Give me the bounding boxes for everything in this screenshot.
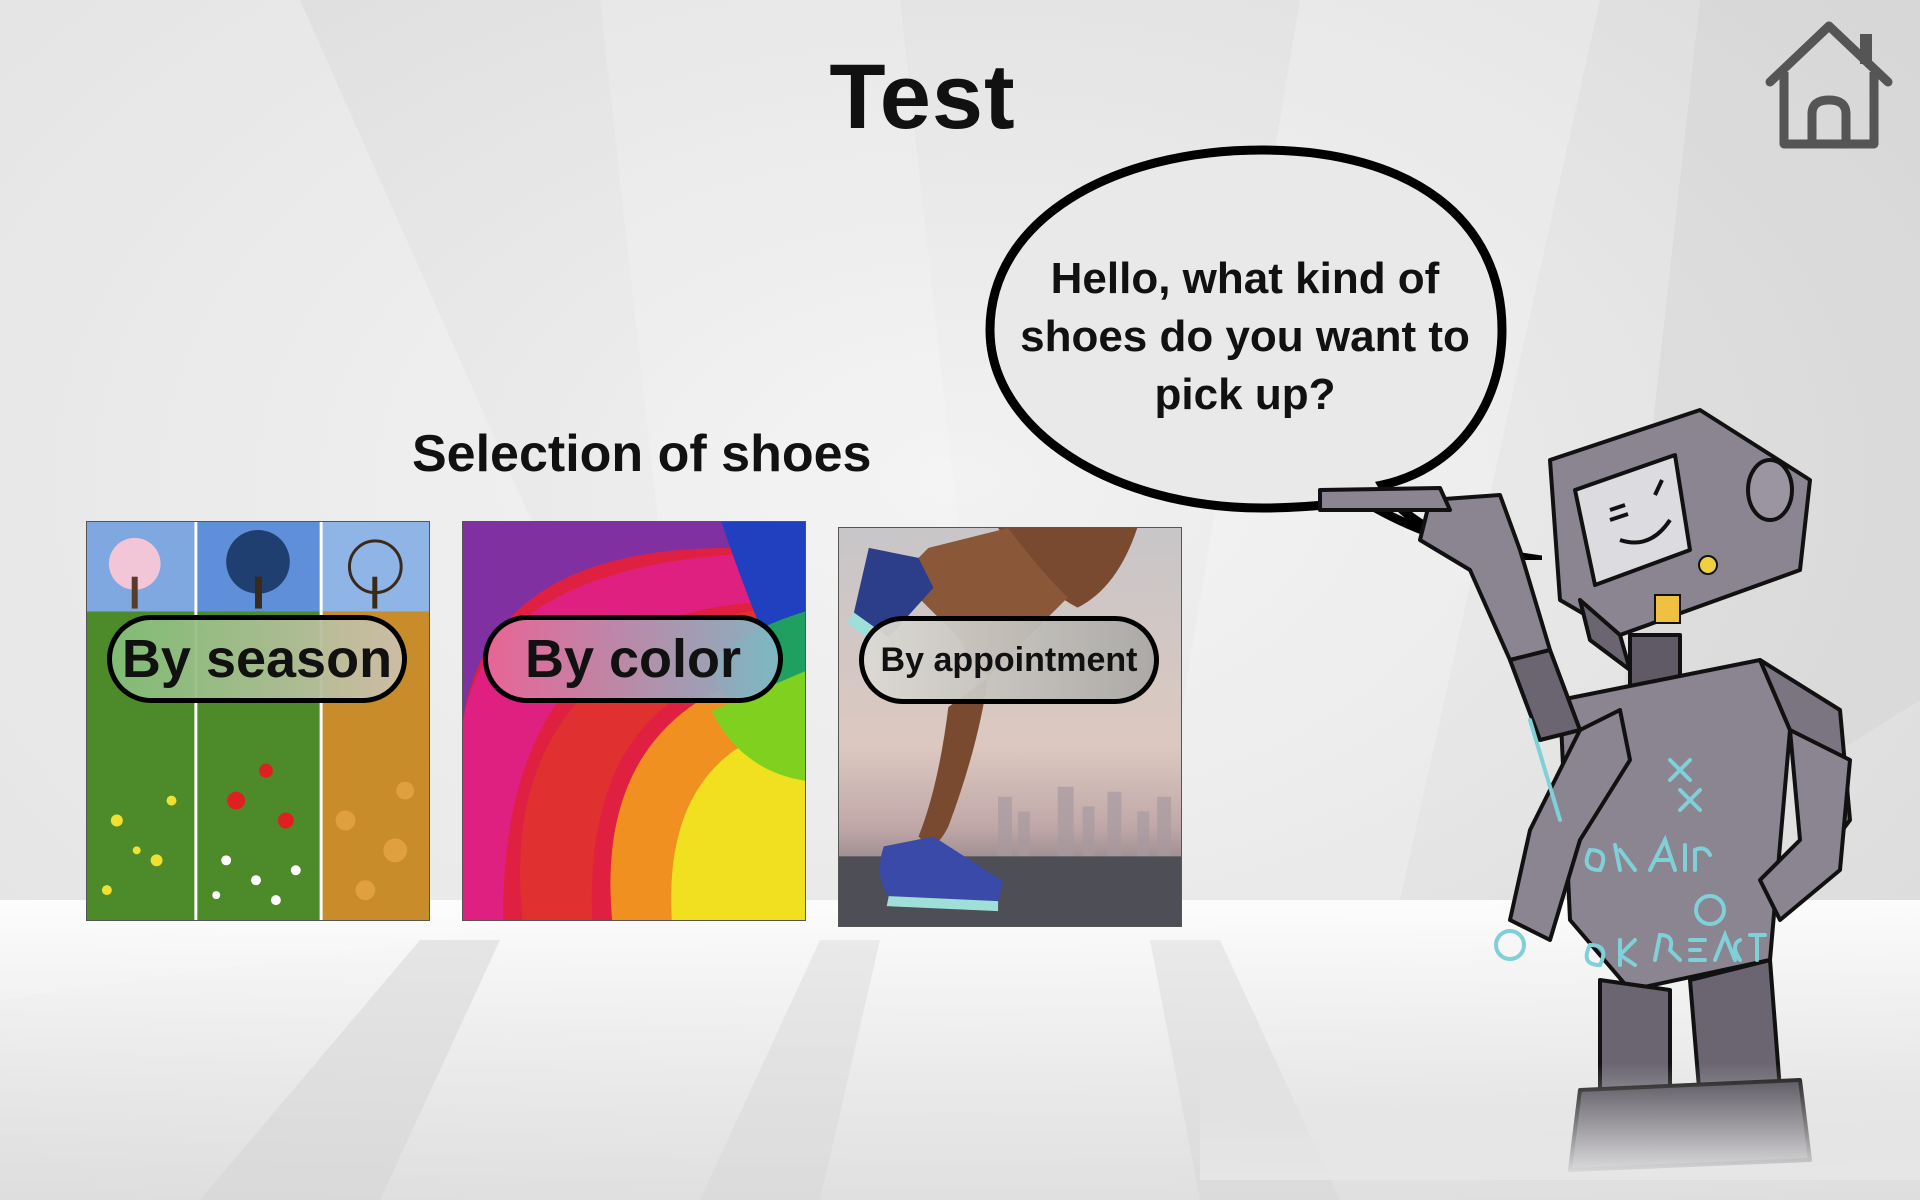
by-color-button[interactable]: By color (483, 615, 783, 703)
card-by-season[interactable]: By season (86, 521, 430, 921)
four-seasons-image (87, 522, 429, 920)
by-appointment-button[interactable]: By appointment (859, 616, 1159, 704)
home-icon (1765, 21, 1893, 149)
running-shoes-image (839, 528, 1181, 926)
home-button[interactable] (1762, 20, 1896, 150)
section-title: Selection of shoes (412, 425, 872, 483)
card-by-color[interactable]: By color (462, 521, 806, 921)
rainbow-swirl-image (463, 522, 805, 920)
by-season-button[interactable]: By season (107, 615, 407, 703)
card-by-appointment[interactable]: By appointment (838, 527, 1182, 927)
assistant-message: Hello, what kind of shoes do you want to… (1020, 254, 1470, 419)
robot-mascot (1200, 400, 1920, 1180)
page-title: Test (829, 46, 1016, 148)
